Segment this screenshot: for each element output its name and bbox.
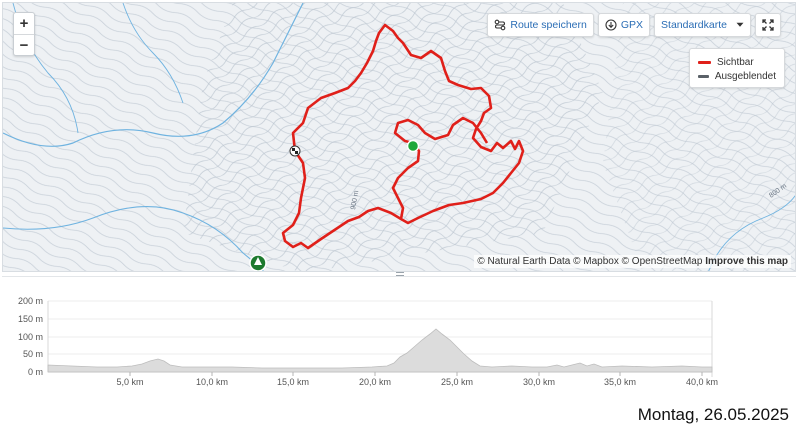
improve-map-link[interactable]: Improve this map xyxy=(705,256,788,267)
terrain-layer: 900 m 800 m xyxy=(3,3,795,271)
save-route-label: Route speichern xyxy=(510,19,587,31)
finish-flag-icon[interactable] xyxy=(289,145,301,157)
y-tick-label: 50 m xyxy=(23,349,43,359)
y-tick-label: 200 m xyxy=(18,296,43,306)
attribution-text: © Natural Earth Data © Mapbox © OpenStre… xyxy=(477,256,703,267)
elevation-profile[interactable]: 200 m 150 m 100 m 50 m 0 m 5,0 km 10,0 k… xyxy=(2,276,796,396)
map-style-label: Standardkarte xyxy=(661,19,727,31)
fullscreen-button[interactable] xyxy=(755,13,781,37)
route-legend: Sichtbar Ausgeblendet xyxy=(689,48,785,88)
legend-row-hidden: Ausgeblendet xyxy=(698,69,776,83)
legend-swatch-hidden xyxy=(698,74,709,78)
gpx-label: GPX xyxy=(620,19,644,31)
caret-down-icon xyxy=(736,19,744,31)
map-attribution: © Natural Earth Data © Mapbox © OpenStre… xyxy=(474,255,791,268)
x-tick-label: 20,0 km xyxy=(359,377,391,387)
screenshot-root: 900 m 800 m + − Route speichern GPX Stan… xyxy=(0,0,800,436)
legend-label-hidden: Ausgeblendet xyxy=(714,70,776,82)
legend-swatch-visible xyxy=(698,60,711,64)
download-icon xyxy=(605,19,617,31)
x-tick-label: 15,0 km xyxy=(277,377,309,387)
gpx-download-button[interactable]: GPX xyxy=(597,13,651,37)
x-tick-label: 10,0 km xyxy=(196,377,228,387)
tree-poi-icon[interactable] xyxy=(249,254,267,271)
start-marker-icon[interactable] xyxy=(406,139,420,153)
x-tick-label: 25,0 km xyxy=(441,377,473,387)
elevation-chart: 200 m 150 m 100 m 50 m 0 m 5,0 km 10,0 k… xyxy=(18,296,718,387)
legend-row-visible: Sichtbar xyxy=(698,55,776,69)
zoom-out-button[interactable]: − xyxy=(14,34,34,55)
map-toolbar: Route speichern GPX Standardkarte xyxy=(487,13,781,37)
y-tick-label: 150 m xyxy=(18,314,43,324)
fullscreen-icon xyxy=(762,19,774,31)
y-tick-label: 100 m xyxy=(18,332,43,342)
map-style-select[interactable]: Standardkarte xyxy=(654,13,751,37)
route-icon xyxy=(494,19,506,31)
legend-label-visible: Sichtbar xyxy=(717,56,754,68)
y-tick-label: 0 m xyxy=(28,367,43,377)
x-tick-label: 40,0 km xyxy=(686,377,718,387)
save-route-button[interactable]: Route speichern xyxy=(487,13,594,37)
x-tick-label: 30,0 km xyxy=(523,377,555,387)
x-tick-label: 35,0 km xyxy=(604,377,636,387)
x-tick-label: 5,0 km xyxy=(116,377,143,387)
map-view[interactable]: 900 m 800 m + − Route speichern GPX Stan… xyxy=(2,2,796,272)
zoom-in-button[interactable]: + xyxy=(14,13,34,34)
zoom-control: + − xyxy=(13,12,35,56)
date-caption: Montag, 26.05.2025 xyxy=(637,405,789,424)
elevation-area xyxy=(47,328,713,373)
